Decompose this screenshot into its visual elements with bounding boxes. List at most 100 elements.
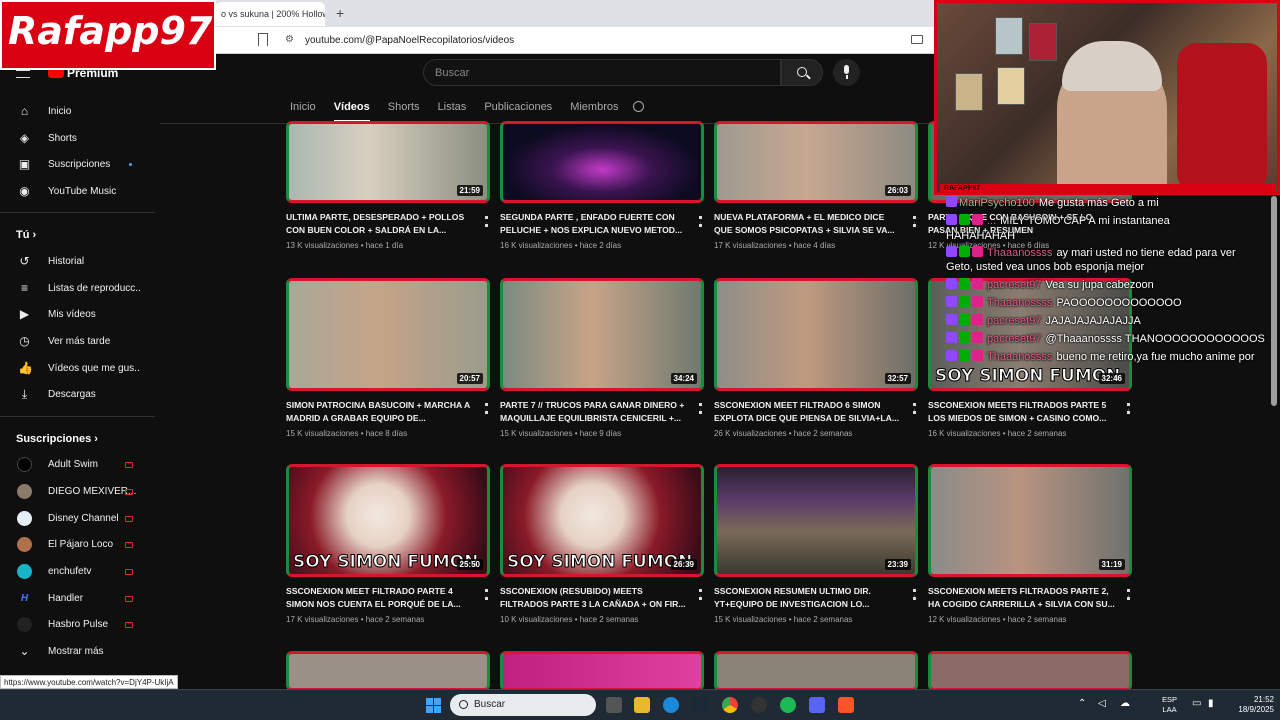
video-title[interactable]: SIMON PATROCINA BASUCOIN + MARCHA A MADR… xyxy=(286,399,474,425)
tab-listas[interactable]: Listas xyxy=(438,101,467,121)
video-thumbnail[interactable] xyxy=(500,121,704,203)
sidebar-sub-hasbro[interactable]: Hasbro Pulse xyxy=(0,612,155,638)
sidebar-item-liked[interactable]: 👍 Vídeos que me gus... xyxy=(0,356,155,382)
video-thumbnail[interactable] xyxy=(928,651,1132,691)
cloud-icon[interactable]: ☁ xyxy=(1120,699,1130,709)
more-options-icon[interactable] xyxy=(913,589,916,600)
video-thumbnail[interactable] xyxy=(714,651,918,691)
video-thumbnail[interactable] xyxy=(286,651,490,691)
cast-icon[interactable] xyxy=(911,35,923,44)
menu-icon[interactable] xyxy=(16,70,30,78)
search-button[interactable] xyxy=(781,59,823,86)
sidebar-item-historial[interactable]: ↺ Historial xyxy=(0,249,155,275)
video-title[interactable]: NUEVA PLATAFORMA + EL MEDICO DICE QUE SO… xyxy=(714,211,902,237)
sidebar-sub-disney[interactable]: Disney Channel xyxy=(0,506,155,532)
video-thumbnail[interactable]: SOY SIMON FUMON 25:50 xyxy=(286,464,490,577)
video-card[interactable]: 34:24 PARTE 7 // TRUCOS PARA GANAR DINER… xyxy=(500,278,704,438)
sidebar-sub-diego[interactable]: DIEGO MEXIVER... xyxy=(0,479,155,505)
more-options-icon[interactable] xyxy=(699,216,702,227)
sidebar-item-shorts[interactable]: ◈ Shorts xyxy=(0,126,155,152)
more-options-icon[interactable] xyxy=(485,589,488,600)
video-card[interactable] xyxy=(500,651,704,691)
bookmark-icon[interactable] xyxy=(258,33,268,46)
chrome-icon[interactable] xyxy=(722,697,738,713)
video-thumbnail[interactable] xyxy=(500,651,704,691)
tab-inicio[interactable]: Inicio xyxy=(290,101,316,121)
more-options-icon[interactable] xyxy=(1127,403,1130,414)
spotify-icon[interactable] xyxy=(780,697,796,713)
video-thumbnail[interactable]: 34:24 xyxy=(500,278,704,391)
network-icon[interactable]: ▭ xyxy=(1192,699,1201,709)
video-card[interactable] xyxy=(286,651,490,691)
obs-icon[interactable] xyxy=(751,697,767,713)
video-thumbnail[interactable]: 26:03 xyxy=(714,121,918,203)
new-tab-button[interactable]: + xyxy=(336,5,344,21)
tab-miembros[interactable]: Miembros xyxy=(570,101,618,121)
page-scrollbar[interactable] xyxy=(1271,196,1277,406)
language-indicator[interactable]: ESP LAA xyxy=(1162,695,1177,715)
browser-tab[interactable]: o vs sukuna | 200% Hollow p xyxy=(215,2,325,26)
more-options-icon[interactable] xyxy=(699,403,702,414)
video-title[interactable]: SEGUNDA PARTE , ENFADO FUERTE CON PELUCH… xyxy=(500,211,688,237)
video-thumbnail[interactable]: SOY SIMON FUMON 26:39 xyxy=(500,464,704,577)
sidebar-sub-adult-swim[interactable]: Adult Swim xyxy=(0,452,155,478)
video-title[interactable]: SSCONEXION MEETS FILTRADOS PARTE 5 LOS M… xyxy=(928,399,1116,425)
video-card[interactable]: 32:57 SSCONEXION MEET FILTRADO 6 SIMON E… xyxy=(714,278,918,438)
video-card[interactable]: 26:03 NUEVA PLATAFORMA + EL MEDICO DICE … xyxy=(714,121,918,250)
sidebar-item-inicio[interactable]: ⌂ Inicio xyxy=(0,99,155,125)
video-card[interactable]: 23:39 SSCONEXION RESUMEN ULTIMO DIR. YT+… xyxy=(714,464,918,624)
tab-publicaciones[interactable]: Publicaciones xyxy=(484,101,552,121)
video-card[interactable]: 21:59 ULTIMA PARTE, DESESPERADO + POLLOS… xyxy=(286,121,490,250)
sidebar-item-watch-later[interactable]: ◷ Ver más tarde xyxy=(0,329,155,355)
more-options-icon[interactable] xyxy=(485,216,488,227)
video-thumbnail[interactable]: 23:39 xyxy=(714,464,918,577)
search-input[interactable]: Buscar xyxy=(423,59,781,86)
video-thumbnail[interactable]: 31:19 xyxy=(928,464,1132,577)
video-card[interactable] xyxy=(714,651,918,691)
discord-icon[interactable] xyxy=(809,697,825,713)
steam-icon[interactable] xyxy=(692,697,708,713)
windows-start-icon[interactable] xyxy=(426,698,441,713)
video-title[interactable]: PARTE 7 // TRUCOS PARA GANAR DINERO + MA… xyxy=(500,399,688,425)
brave-icon[interactable] xyxy=(838,697,854,713)
video-thumbnail[interactable]: 21:59 xyxy=(286,121,490,203)
video-card[interactable] xyxy=(928,651,1132,691)
video-title[interactable]: SSCONEXION MEETS FILTRADOS PARTE 2, HA C… xyxy=(928,585,1116,611)
sidebar-sub-handler[interactable]: H Handler xyxy=(0,586,155,612)
task-view-icon[interactable] xyxy=(606,697,622,713)
sidebar-item-downloads[interactable]: ⤓ Descargas xyxy=(0,382,155,408)
video-title[interactable]: SSCONEXION MEET FILTRADO 6 SIMON EXPLOTA… xyxy=(714,399,902,425)
sidebar-heading-you[interactable]: Tú › xyxy=(16,229,36,241)
video-card[interactable]: SEGUNDA PARTE , ENFADO FUERTE CON PELUCH… xyxy=(500,121,704,250)
video-title[interactable]: SSCONEXION MEET FILTRADO PARTE 4 SIMON N… xyxy=(286,585,474,611)
sidebar-item-suscripciones[interactable]: ▣ Suscripciones xyxy=(0,152,155,178)
video-title[interactable]: SSCONEXION (RESUBIDO) MEETS FILTRADOS PA… xyxy=(500,585,688,611)
video-title[interactable]: SSCONEXION RESUMEN ULTIMO DIR. YT+EQUIPO… xyxy=(714,585,902,611)
sidebar-item-youtube-music[interactable]: ◉ YouTube Music xyxy=(0,179,155,205)
video-card[interactable]: SOY SIMON FUMON 26:39 SSCONEXION (RESUBID… xyxy=(500,464,704,624)
video-card[interactable]: SOY SIMON FUMON 25:50 SSCONEXION MEET FIL… xyxy=(286,464,490,624)
video-title[interactable]: ULTIMA PARTE, DESESPERADO + POLLOS CON B… xyxy=(286,211,474,237)
more-options-icon[interactable] xyxy=(699,589,702,600)
site-info-icon[interactable]: ⚙ xyxy=(285,34,294,45)
more-options-icon[interactable] xyxy=(1127,589,1130,600)
edge-icon[interactable] xyxy=(663,697,679,713)
taskbar-clock[interactable]: 21:52 18/9/2025 xyxy=(1224,695,1274,715)
url-text[interactable]: youtube.com/@PapaNoelRecopilatorios/vide… xyxy=(305,35,514,46)
sidebar-item-my-videos[interactable]: ▶ Mis vídeos xyxy=(0,302,155,328)
sidebar-sub-pajaro-loco[interactable]: El Pájaro Loco xyxy=(0,532,155,558)
video-card[interactable]: 31:19 SSCONEXION MEETS FILTRADOS PARTE 2… xyxy=(928,464,1132,624)
tab-videos[interactable]: Vídeos xyxy=(333,101,370,122)
taskbar-search[interactable]: Buscar xyxy=(450,694,596,716)
channel-search-icon[interactable] xyxy=(633,101,644,112)
tab-shorts[interactable]: Shorts xyxy=(388,101,420,121)
battery-icon[interactable]: ▮ xyxy=(1208,699,1214,709)
more-options-icon[interactable] xyxy=(913,216,916,227)
sidebar-item-playlists[interactable]: ≡ Listas de reproducc... xyxy=(0,276,155,302)
voice-search-icon[interactable] xyxy=(833,59,860,86)
video-thumbnail[interactable]: 20:57 xyxy=(286,278,490,391)
sidebar-show-more[interactable]: ⌄ Mostrar más xyxy=(0,639,155,665)
sidebar-heading-subscriptions[interactable]: Suscripciones › xyxy=(16,433,98,445)
sidebar-sub-enchufetv[interactable]: enchufetv xyxy=(0,559,155,585)
speaker-icon[interactable]: ◁ xyxy=(1098,699,1106,709)
